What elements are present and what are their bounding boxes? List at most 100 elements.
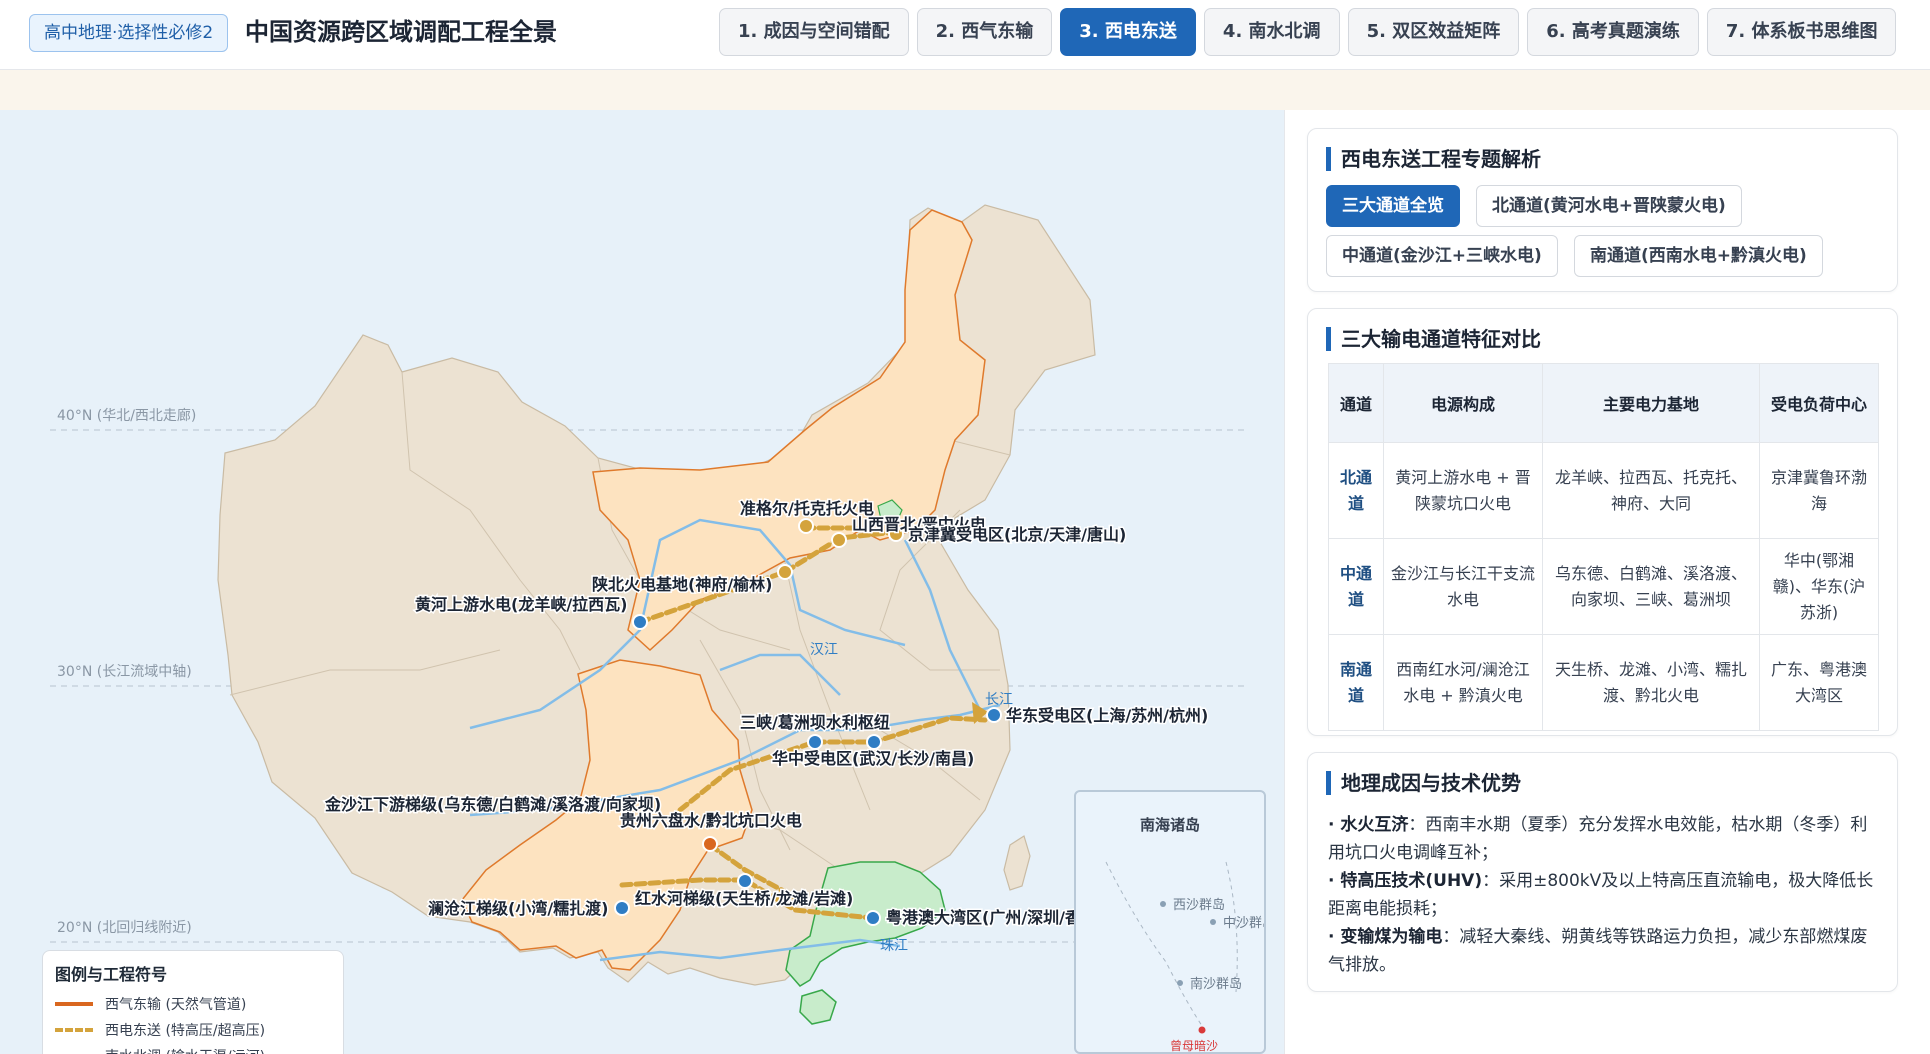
label-yuegangao: 粤港澳大湾区(广州/深圳/香 [886,908,1082,927]
marker-zhungeer[interactable] [798,518,814,534]
geo-reason-title: 地理成因与技术优势 [1326,771,1521,795]
legend-item-power: 西电东送 (特高压/超高压) [55,1017,331,1043]
south-sea-inset: 南海诸岛 西沙群岛 中沙群岛 南沙群岛 曾母暗沙 [1074,790,1266,1054]
legend-label-power: 西电东送 (特高压/超高压) [105,1023,266,1039]
marker-huazhong[interactable] [866,734,882,750]
col-header-source: 电源构成 [1383,363,1543,443]
page-title: 中国资源跨区域调配工程全景 [245,18,557,46]
marker-zhongsha [1210,919,1216,925]
marker-sanxia[interactable] [807,734,823,750]
tab-west-gas-east[interactable]: 2. 西气东输 [916,8,1053,56]
cell-channel: 南通道 [1328,634,1384,731]
special-topic-title: 西电东送工程专题解析 [1326,147,1541,171]
cell-base: 天生桥、龙滩、小湾、糯扎渡、黔北火电 [1542,634,1760,731]
lat-label-20: 20°N (北回归线附近) [57,919,192,936]
cell-load: 华中(鄂湘赣)、华东(沪苏浙) [1759,538,1879,635]
marker-shanxi[interactable] [831,532,847,548]
marker-xisha [1160,901,1166,907]
inset-label-nansha: 南沙群岛 [1190,976,1242,992]
label-huazhong: 华中受电区(武汉/长沙/南昌) [772,749,974,768]
cell-base: 龙羊峡、拉西瓦、托克托、神府、大同 [1542,442,1760,539]
sub-strip [0,70,1930,110]
marker-huanghe[interactable] [632,614,648,630]
tab-mindmap[interactable]: 7. 体系板书思维图 [1706,8,1897,56]
legend-title: 图例与工程符号 [55,965,168,984]
marker-shaanbei[interactable] [777,564,793,580]
tab-benefit-matrix[interactable]: 5. 双区效益矩阵 [1347,8,1520,56]
cell-load: 京津冀鲁环渤海 [1759,442,1879,539]
geo-item: · 变输煤为输电：减轻大秦线、朔黄线等铁路运力负担，减少东部燃煤废气排放。 [1328,923,1884,979]
course-badge: 高中地理·选择性必修2 [29,14,229,52]
geo-item-text: ：西南丰水期（夏季）充分发挥水电效能，枯水期（冬季）利用坑口火电调峰互补； [1328,815,1868,863]
label-guizhou: 贵州六盘水/黔北坑口火电 [620,811,802,830]
comparison-title: 三大输电通道特征对比 [1326,327,1541,351]
marker-zengmu [1198,1026,1206,1034]
river-label-han: 汉江 [810,642,838,658]
col-header-channel: 通道 [1328,363,1384,443]
geo-reason-body: · 水火互济：西南丰水期（夏季）充分发挥水电效能，枯水期（冬季）利用坑口火电调峰… [1328,811,1884,979]
cell-channel: 北通道 [1328,442,1384,539]
tab-south-water-north[interactable]: 4. 南水北调 [1203,8,1340,56]
cell-base: 乌东德、白鹤滩、溪洛渡、向家坝、三峡、葛洲坝 [1542,538,1760,635]
river-label-pearl: 珠江 [880,938,908,954]
pill-middle-channel[interactable]: 中通道(金沙江+三峡水电) [1326,235,1558,277]
map-legend: 图例与工程符号 西气东输 (天然气管道) 西电东送 (特高压/超高压) 南水北调… [42,950,344,1054]
geo-item-head: · 变输煤为输电 [1328,927,1443,947]
marker-lancang[interactable] [614,900,630,916]
china-map[interactable]: 40°N (华北/西北走廊) 30°N (长江流域中轴) 20°N (北回归线附… [0,110,1284,1054]
label-jinsha: 金沙江下游梯级(乌东德/白鹤滩/溪洛渡/向家坝) [324,795,661,814]
geo-item-head: · 水火互济 [1328,815,1409,835]
label-huadong: 华东受电区(上海/苏州/杭州) [1006,706,1208,725]
cell-source: 黄河上游水电 + 晋陕蒙坑口火电 [1383,442,1543,539]
legend-item-gas: 西气东输 (天然气管道) [55,991,331,1017]
label-shaanbei: 陕北火电基地(神府/榆林) [592,575,772,594]
label-sanxia: 三峡/葛洲坝水利枢纽 [740,713,890,732]
region-taiwan [1003,835,1031,891]
table-row: 南通道 西南红水河/澜沧江水电 + 黔滇火电 天生桥、龙滩、小湾、糯扎渡、黔北火… [1328,634,1879,731]
inset-label-zengmu: 曾母暗沙 [1170,1038,1218,1052]
inset-label-xisha: 西沙群岛 [1173,897,1225,913]
col-header-base: 主要电力基地 [1542,363,1760,443]
table-row: 中通道 金沙江与长江干支流水电 乌东德、白鹤滩、溪洛渡、向家坝、三峡、葛洲坝 华… [1328,538,1879,635]
lat-label-40: 40°N (华北/西北走廊) [57,407,196,424]
marker-guizhou[interactable] [702,836,718,852]
comparison-card: 三大输电通道特征对比 通道 电源构成 主要电力基地 受电负荷中心 北通道 黄河上… [1307,308,1898,736]
table-header-row: 通道 电源构成 主要电力基地 受电负荷中心 [1328,363,1879,443]
table-row: 北通道 黄河上游水电 + 晋陕蒙坑口火电 龙羊峡、拉西瓦、托克托、神府、大同 京… [1328,442,1879,539]
tab-cause[interactable]: 1. 成因与空间错配 [719,8,909,56]
marker-nansha [1177,980,1183,986]
label-jingjinji: 京津冀受电区(北京/天津/唐山) [908,525,1126,544]
label-lancang: 澜沧江梯级(小湾/糯扎渡) [428,899,608,918]
geo-item: · 特高压技术(UHV)：采用±800kV及以上特高压直流输电，极大降低长距离电… [1328,867,1884,923]
inset-canvas: 西沙群岛 中沙群岛 南沙群岛 曾母暗沙 [1105,861,1264,1052]
geo-reason-card: 地理成因与技术优势 · 水火互济：西南丰水期（夏季）充分发挥水电效能，枯水期（冬… [1307,752,1898,992]
pill-north-channel[interactable]: 北通道(黄河水电+晋陕蒙火电) [1476,185,1742,227]
pill-south-channel[interactable]: 南通道(西南水电+黔滇火电) [1574,235,1823,277]
cell-source: 金沙江与长江干支流水电 [1383,538,1543,635]
analysis-panel: 西电东送工程专题解析 三大通道全览 北通道(黄河水电+晋陕蒙火电) 中通道(金沙… [1284,110,1930,1054]
special-topic-card: 西电东送工程专题解析 三大通道全览 北通道(黄河水电+晋陕蒙火电) 中通道(金沙… [1307,128,1898,292]
comparison-table: 通道 电源构成 主要电力基地 受电负荷中心 北通道 黄河上游水电 + 晋陕蒙坑口… [1328,363,1879,731]
region-hainan [799,989,837,1025]
tab-exam-practice[interactable]: 6. 高考真题演练 [1527,8,1699,56]
pill-overview[interactable]: 三大通道全览 [1326,185,1460,227]
legend-swatch-power [55,1028,93,1032]
col-header-load: 受电负荷中心 [1759,363,1879,443]
main-tabs: 1. 成因与空间错配 2. 西气东输 3. 西电东送 4. 南水北调 5. 双区… [719,8,1897,56]
legend-label-gas: 西气东输 (天然气管道) [105,997,247,1013]
legend-item-water: 南水北调 (输水干渠/运河) [55,1043,331,1054]
geo-item-head: · 特高压技术(UHV) [1328,871,1483,891]
geo-item: · 水火互济：西南丰水期（夏季）充分发挥水电效能，枯水期（冬季）利用坑口火电调峰… [1328,811,1884,867]
lat-label-30: 30°N (长江流域中轴) [57,664,192,680]
label-hongshui: 红水河梯级(天生桥/龙滩/岩滩) [635,889,853,908]
tab-west-power-east[interactable]: 3. 西电东送 [1060,8,1196,56]
marker-huadong[interactable] [986,707,1002,723]
marker-hongshui[interactable] [737,873,753,889]
top-bar: 高中地理·选择性必修2 中国资源跨区域调配工程全景 1. 成因与空间错配 2. … [0,0,1930,70]
cell-source: 西南红水河/澜沧江水电 + 黔滇火电 [1383,634,1543,731]
legend-label-water: 南水北调 (输水干渠/运河) [105,1046,265,1054]
label-huanghe: 黄河上游水电(龙羊峡/拉西瓦) [415,595,627,614]
inset-label-zhongsha: 中沙群岛 [1223,915,1264,931]
marker-yuegangao[interactable] [865,910,881,926]
cell-channel: 中通道 [1328,538,1384,635]
